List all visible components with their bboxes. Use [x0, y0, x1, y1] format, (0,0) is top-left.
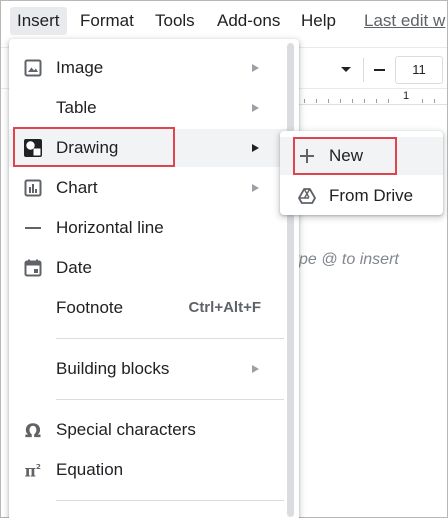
menu-item-equation[interactable]: π 2 Equation — [9, 451, 289, 489]
menu-item-date[interactable]: Date — [9, 249, 289, 287]
menu-bar: Insert Format Tools Add-ons Help Last ed… — [1, 1, 447, 41]
keyboard-shortcut: Ctrl+Alt+F — [188, 299, 261, 316]
menu-item-horizontal-line[interactable]: Horizontal line — [9, 209, 289, 247]
menu-insert[interactable]: Insert — [10, 7, 67, 35]
submenu-item-from-drive[interactable]: From Drive — [280, 177, 443, 215]
menu-separator — [56, 500, 284, 501]
font-size-input[interactable]: 11 — [395, 56, 443, 84]
menu-scrollbar[interactable] — [287, 43, 294, 517]
menu-tools[interactable]: Tools — [148, 7, 202, 35]
menu-item-label: Table — [56, 98, 97, 117]
menu-item-footnote[interactable]: Footnote Ctrl+Alt+F — [9, 289, 289, 327]
toolbar-divider — [363, 58, 364, 82]
submenu-arrow-icon — [252, 64, 259, 72]
menu-item-label: Date — [56, 258, 92, 277]
submenu-item-label: From Drive — [329, 186, 414, 205]
submenu-arrow-icon — [252, 144, 259, 152]
menu-add-ons[interactable]: Add-ons — [210, 7, 287, 35]
insert-menu: Image Table Drawing Chart Horizontal lin… — [9, 39, 299, 518]
menu-item-chart[interactable]: Chart — [9, 169, 289, 207]
new-annotation-box — [293, 137, 397, 175]
menu-item-image[interactable]: Image — [9, 49, 289, 87]
menu-help[interactable]: Help — [294, 7, 343, 35]
menu-item-special-characters[interactable]: Ω Special characters — [9, 411, 289, 449]
svg-text:π: π — [25, 461, 36, 480]
submenu-arrow-icon — [252, 365, 259, 373]
omega-icon: Ω — [23, 420, 43, 440]
menu-item-label: Footnote — [56, 298, 124, 317]
horizontal-line-icon — [23, 218, 43, 238]
menu-item-label: Special characters — [56, 420, 196, 439]
last-edit-link[interactable]: Last edit w — [357, 7, 448, 35]
menu-item-label: Chart — [56, 178, 98, 197]
font-dropdown-caret-icon[interactable] — [335, 60, 357, 78]
svg-text:2: 2 — [36, 462, 41, 471]
svg-text:Ω: Ω — [25, 420, 41, 440]
image-icon — [23, 58, 43, 78]
submenu-arrow-icon — [252, 184, 259, 192]
google-drive-icon — [298, 187, 316, 205]
menu-item-building-blocks[interactable]: Building blocks — [9, 350, 289, 388]
menu-item-label: Building blocks — [56, 359, 170, 378]
menu-item-label: Equation — [56, 460, 124, 479]
drawing-submenu: New From Drive — [280, 131, 443, 215]
submenu-arrow-icon — [252, 104, 259, 112]
menu-separator — [56, 338, 284, 339]
ruler: 1 — [296, 89, 447, 105]
ruler-number: 1 — [403, 90, 410, 102]
menu-separator — [56, 399, 284, 400]
menu-item-label: Image — [56, 58, 104, 77]
menu-item-label: Horizontal line — [56, 218, 164, 237]
menu-item-table[interactable]: Table — [9, 89, 289, 127]
pi-squared-icon: π 2 — [23, 460, 43, 480]
decrease-font-size-button[interactable] — [367, 57, 391, 83]
calendar-icon — [23, 258, 43, 278]
menu-format[interactable]: Format — [73, 7, 141, 35]
document-placeholder-hint: ype @ to insert — [291, 251, 399, 268]
chart-icon — [23, 178, 43, 198]
drawing-annotation-box — [13, 127, 175, 167]
